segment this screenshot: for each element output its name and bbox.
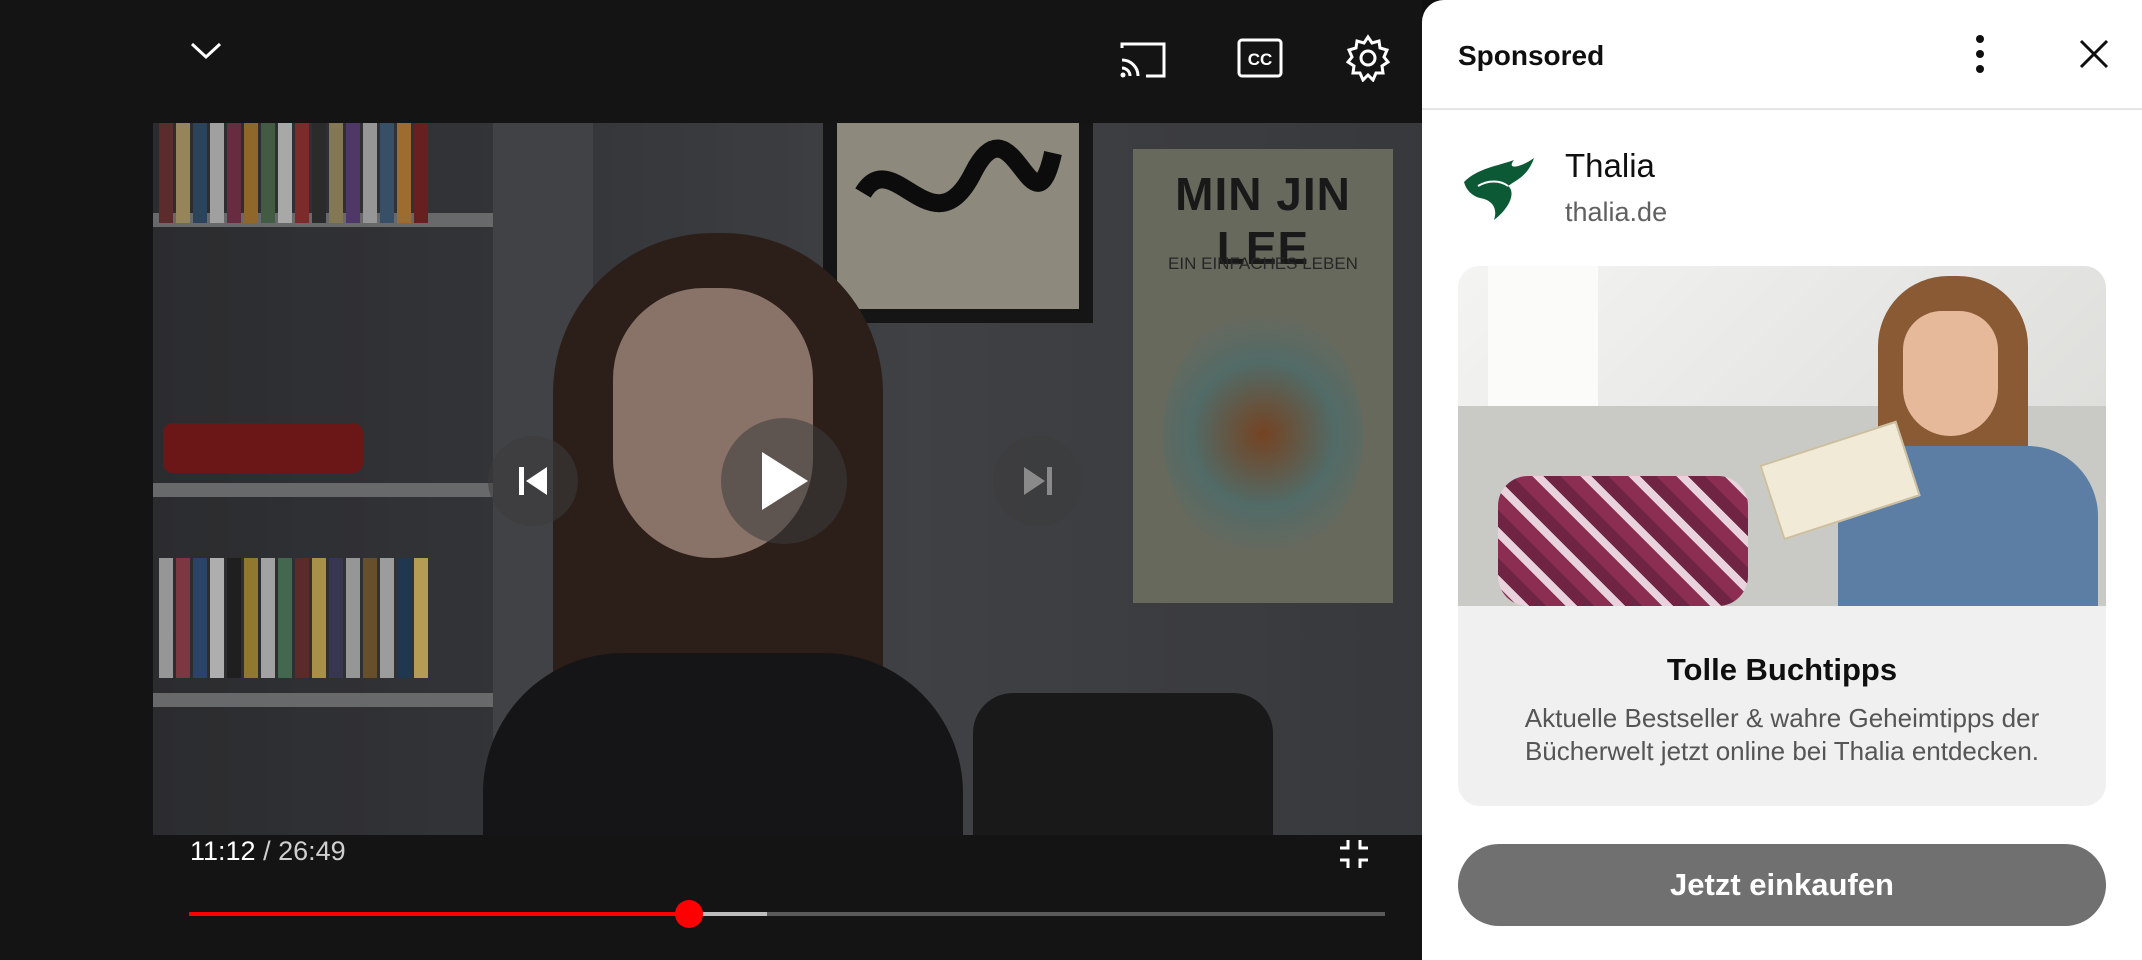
exit-fullscreen-icon[interactable]	[1336, 836, 1372, 872]
progress-played	[189, 912, 689, 916]
closed-captions-icon[interactable]: CC	[1232, 34, 1288, 82]
duration: 26:49	[278, 836, 346, 866]
ad-card-description: Aktuelle Bestseller & wahre Geheimtipps …	[1524, 703, 2040, 766]
close-icon[interactable]	[2074, 34, 2114, 74]
cast-icon[interactable]	[1112, 36, 1174, 84]
ad-panel-header: Sponsored	[1422, 0, 2142, 110]
next-icon	[1024, 467, 1052, 495]
play-icon	[762, 452, 808, 510]
progress-scrubber[interactable]	[674, 900, 703, 928]
play-button[interactable]	[721, 418, 847, 544]
previous-icon	[519, 467, 547, 495]
ad-panel: Sponsored Thalia thalia.de Tolle Buchtip…	[1422, 0, 2142, 960]
advertiser-domain[interactable]: thalia.de	[1565, 197, 1667, 228]
previous-button[interactable]	[488, 436, 578, 526]
advertiser-logo[interactable]	[1458, 150, 1538, 229]
video-player[interactable]: CC MIN JIN LEE EIN EINFACHES LEBEN 11:12…	[0, 0, 1422, 960]
thalia-logo-icon	[1464, 158, 1534, 220]
chevron-down-icon[interactable]	[183, 28, 229, 74]
ad-image[interactable]	[1458, 266, 2106, 606]
svg-text:CC: CC	[1248, 50, 1273, 69]
ad-card-title: Tolle Buchtipps	[1666, 652, 1898, 687]
time-separator: /	[255, 836, 279, 866]
more-options-icon[interactable]	[1962, 30, 1998, 78]
current-time: 11:12	[190, 836, 256, 866]
video-frame[interactable]: MIN JIN LEE EIN EINFACHES LEBEN	[153, 123, 1422, 835]
shop-now-button[interactable]: Jetzt einkaufen	[1458, 844, 2106, 926]
sponsored-label: Sponsored	[1458, 40, 1605, 71]
advertiser-name[interactable]: Thalia	[1565, 147, 1655, 185]
progress-bar[interactable]	[189, 900, 1385, 928]
next-button[interactable]	[993, 436, 1083, 526]
ad-card[interactable]: Tolle Buchtipps Aktuelle Bestseller & wa…	[1458, 266, 2106, 806]
time-display: 11:12 / 26:49	[190, 836, 346, 867]
settings-gear-icon[interactable]	[1340, 30, 1396, 86]
